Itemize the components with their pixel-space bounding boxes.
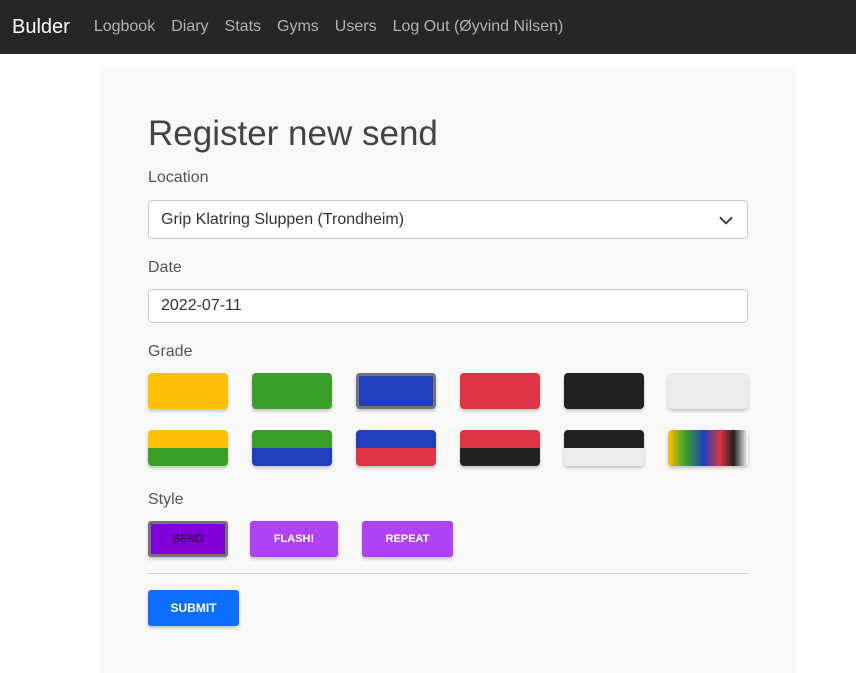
page-title: Register new send bbox=[148, 114, 438, 153]
chevron-down-icon bbox=[719, 216, 733, 224]
style-label: Style bbox=[148, 491, 184, 508]
grade-label: Grade bbox=[148, 343, 193, 360]
style-repeat-button[interactable]: REPEAT bbox=[362, 521, 453, 557]
navbar: Bulder Logbook Diary Stats Gyms Users Lo… bbox=[0, 0, 856, 54]
nav-link-gyms[interactable]: Gyms bbox=[277, 18, 319, 36]
nav-link-stats[interactable]: Stats bbox=[225, 18, 261, 36]
grade-black-white-button[interactable] bbox=[564, 430, 644, 466]
nav-link-diary[interactable]: Diary bbox=[171, 18, 208, 36]
divider bbox=[148, 573, 748, 574]
grade-blue-red-button[interactable] bbox=[356, 430, 436, 466]
style-flash-button[interactable]: FLASH! bbox=[250, 521, 338, 557]
grade-red-button[interactable] bbox=[460, 373, 540, 409]
grade-green-button[interactable] bbox=[252, 373, 332, 409]
brand-logo[interactable]: Bulder bbox=[12, 16, 70, 39]
grade-red-black-button[interactable] bbox=[460, 430, 540, 466]
location-label: Location bbox=[148, 169, 209, 186]
grade-blue-button[interactable] bbox=[356, 373, 436, 409]
form-panel: Register new send Location Grip Klatring… bbox=[100, 68, 796, 673]
date-input-value: 2022-07-11 bbox=[161, 297, 242, 314]
nav-link-logbook[interactable]: Logbook bbox=[94, 18, 155, 36]
style-send-button[interactable]: SEND bbox=[148, 521, 228, 557]
grade-yellow-button[interactable] bbox=[148, 373, 228, 409]
submit-button[interactable]: SUBMIT bbox=[148, 590, 239, 626]
grade-black-button[interactable] bbox=[564, 373, 644, 409]
date-input[interactable]: 2022-07-11 bbox=[148, 289, 748, 323]
location-select-value: Grip Klatring Sluppen (Trondheim) bbox=[161, 210, 405, 228]
date-label: Date bbox=[148, 259, 182, 276]
grade-rainbow-button[interactable] bbox=[668, 430, 748, 466]
grade-white-button[interactable] bbox=[668, 373, 748, 409]
grade-green-blue-button[interactable] bbox=[252, 430, 332, 466]
grade-yellow-green-button[interactable] bbox=[148, 430, 228, 466]
location-select[interactable]: Grip Klatring Sluppen (Trondheim) bbox=[148, 200, 748, 239]
nav-link-logout[interactable]: Log Out (Øyvind Nilsen) bbox=[393, 18, 564, 36]
nav-link-users[interactable]: Users bbox=[335, 18, 377, 36]
